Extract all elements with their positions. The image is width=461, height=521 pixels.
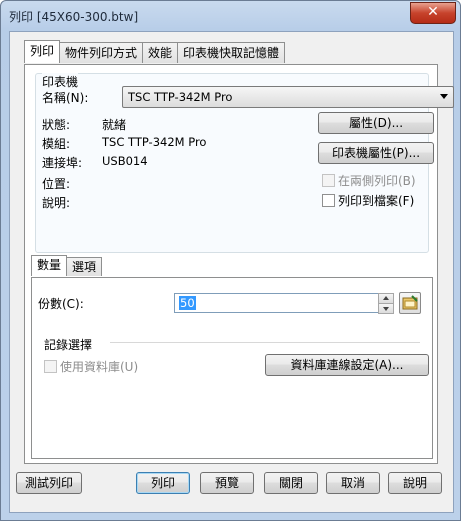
printer-name-value: TSC TTP-342M Pro bbox=[128, 90, 233, 104]
preview-button[interactable]: 預覽 bbox=[200, 472, 254, 494]
help-button[interactable]: 說明 bbox=[388, 472, 442, 494]
copies-stepper[interactable] bbox=[378, 293, 394, 314]
tab-print[interactable]: 列印 bbox=[24, 40, 61, 63]
print-to-file-label: 列印到檔案(F) bbox=[338, 194, 415, 208]
copies-variable-button[interactable] bbox=[399, 292, 421, 314]
printer-properties-button[interactable]: 印表機屬性(P)... bbox=[318, 142, 434, 164]
print-tab-panel: 印表機 名稱(N): TSC TTP-342M Pro 狀態: 就緒 模組: T… bbox=[24, 64, 454, 464]
tab-printer-cache[interactable]: 印表機快取記憶體 bbox=[177, 42, 286, 63]
close-button[interactable]: 關閉 bbox=[264, 472, 318, 494]
sub-tabs: 數量 選項 bbox=[31, 255, 103, 277]
tab-options[interactable]: 選項 bbox=[66, 257, 103, 276]
tab-performance[interactable]: 效能 bbox=[142, 42, 179, 63]
printer-group-label: 印表機 bbox=[42, 73, 79, 90]
duplex-label: 在兩側列印(B) bbox=[338, 174, 416, 188]
tab-object-print-mode[interactable]: 物件列印方式 bbox=[59, 42, 144, 63]
window-title: 列印 [45X60-300.btw] bbox=[9, 10, 139, 24]
printer-group: 印表機 名稱(N): TSC TTP-342M Pro 狀態: 就緒 模組: T… bbox=[35, 73, 454, 253]
tab-quantity[interactable]: 數量 bbox=[31, 255, 68, 276]
main-tabs: 列印 物件列印方式 效能 印表機快取記憶體 bbox=[24, 40, 286, 64]
print-dialog: 列印 [45X60-300.btw] ✕ 列印 物件列印方式 效能 印表機快取記… bbox=[0, 0, 461, 521]
spin-down-icon[interactable] bbox=[378, 303, 394, 314]
model-value: TSC TTP-342M Pro bbox=[102, 135, 207, 149]
test-print-button[interactable]: 測試列印 bbox=[16, 472, 82, 494]
dialog-client-area: 列印 物件列印方式 效能 印表機快取記憶體 印表機 名稱(N): TSC TTP… bbox=[9, 31, 454, 513]
variable-icon bbox=[402, 295, 418, 310]
comment-label: 說明: bbox=[42, 196, 71, 210]
duplex-checkbox[interactable] bbox=[322, 174, 335, 187]
print-button[interactable]: 列印 bbox=[136, 472, 190, 494]
records-separator bbox=[110, 342, 420, 343]
port-label: 連接埠: bbox=[42, 156, 83, 170]
title-bar[interactable]: 列印 [45X60-300.btw] ✕ bbox=[1, 1, 460, 31]
model-label: 模組: bbox=[42, 137, 71, 151]
chevron-down-icon[interactable] bbox=[440, 94, 448, 99]
copies-label: 份數(C): bbox=[38, 297, 84, 311]
properties-button[interactable]: 屬性(D)... bbox=[318, 112, 434, 134]
close-window-button[interactable]: ✕ bbox=[410, 2, 456, 24]
location-label: 位置: bbox=[42, 177, 71, 191]
port-value: USB014 bbox=[102, 154, 148, 168]
quantity-panel: 份數(C): 50 記錄選擇 使用資料庫(U) 資料庫連線設定(A)... bbox=[31, 277, 433, 459]
status-label: 狀態: bbox=[42, 118, 71, 132]
copies-input[interactable]: 50 bbox=[174, 293, 380, 313]
printer-name-combobox[interactable]: TSC TTP-342M Pro bbox=[122, 86, 454, 108]
records-label: 記錄選擇 bbox=[44, 338, 93, 352]
cancel-button[interactable]: 取消 bbox=[326, 472, 380, 494]
printer-name-label: 名稱(N): bbox=[42, 91, 89, 105]
print-to-file-checkbox[interactable] bbox=[322, 194, 335, 207]
copies-value: 50 bbox=[179, 296, 196, 310]
status-value: 就緒 bbox=[102, 118, 127, 132]
use-database-checkbox[interactable] bbox=[44, 360, 57, 373]
use-database-label: 使用資料庫(U) bbox=[60, 360, 139, 374]
database-connection-button[interactable]: 資料庫連線設定(A)... bbox=[265, 354, 429, 376]
